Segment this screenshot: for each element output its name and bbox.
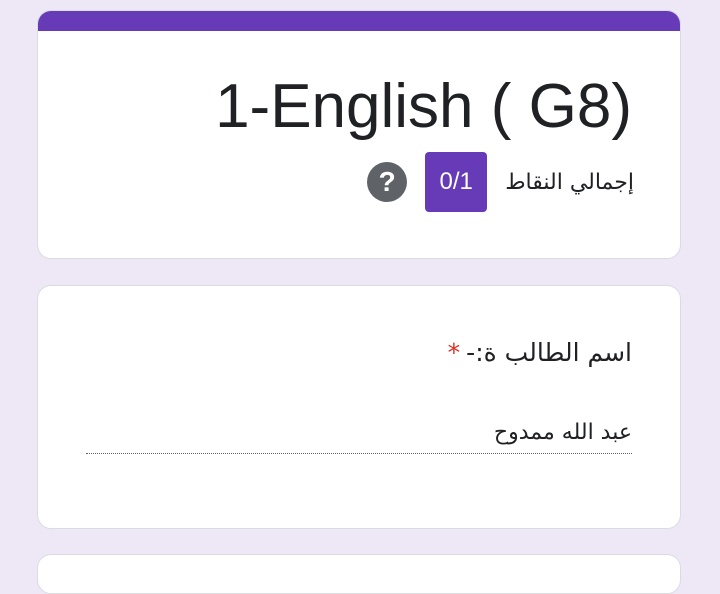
form-accent-bar <box>38 11 680 31</box>
required-asterisk: * <box>447 338 461 367</box>
form-title: 1-English ( G8) <box>215 72 632 141</box>
question-card: اسم الطالب ة:-* عبد الله ممدوح <box>37 285 681 529</box>
question-title: اسم الطالب ة:-* <box>448 338 632 367</box>
score-row: إجمالي النقاط 0/1 ? <box>365 151 634 213</box>
next-question-card <box>37 554 681 594</box>
answer-underline <box>86 453 632 454</box>
total-points-label: إجمالي النقاط <box>505 169 634 195</box>
question-title-text: اسم الطالب ة:- <box>466 338 632 367</box>
form-header-card: 1-English ( G8) إجمالي النقاط 0/1 ? <box>37 10 681 259</box>
help-icon[interactable]: ? <box>367 162 408 202</box>
score-badge: 0/1 <box>425 152 488 212</box>
answer-text: عبد الله ممدوح <box>493 420 632 445</box>
